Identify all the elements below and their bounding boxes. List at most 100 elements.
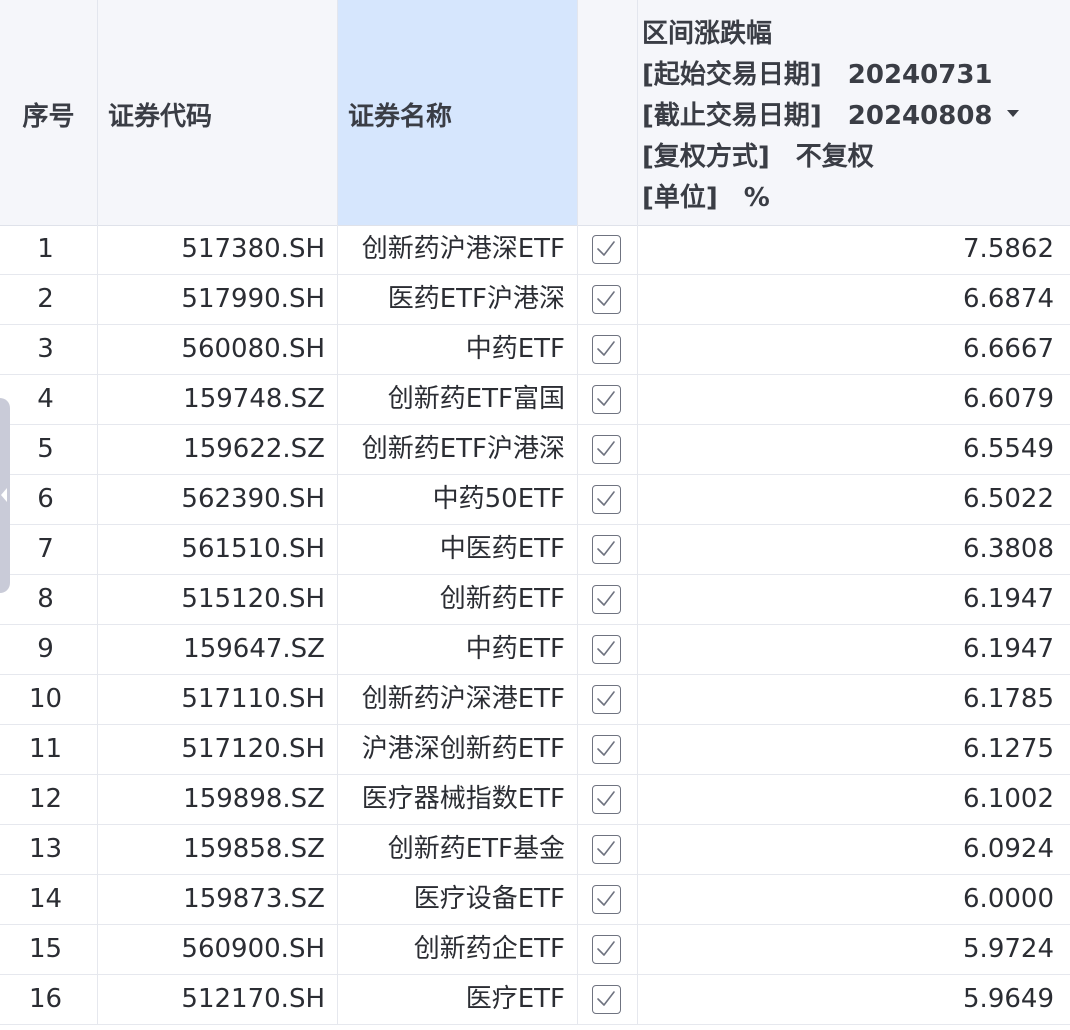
security-name: 创新药ETF沪港深 [338, 425, 578, 474]
row-checkbox-cell [578, 975, 638, 1024]
start-date-line[interactable]: [起始交易日期] 20240731 [642, 55, 1019, 96]
security-code: 159858.SZ [98, 825, 338, 874]
security-code: 159748.SZ [98, 375, 338, 424]
range-change-value: 6.1947 [963, 634, 1054, 664]
range-change-value: 6.6667 [963, 334, 1054, 364]
range-change-value: 6.6874 [963, 284, 1054, 314]
security-name: 中药50ETF [338, 475, 578, 524]
checkbox-checked-icon[interactable] [592, 585, 621, 614]
security-name: 创新药企ETF [338, 925, 578, 974]
checkbox-checked-icon[interactable] [592, 285, 621, 314]
unit-line: [单位]% [642, 178, 1019, 219]
checkbox-checked-icon[interactable] [592, 235, 621, 264]
checkbox-checked-icon[interactable] [592, 985, 621, 1014]
column-header-index[interactable]: 序号 [0, 0, 98, 225]
range-change-value: 6.0000 [963, 884, 1054, 914]
table-row[interactable]: 11 517120.SH 沪港深创新药ETF 6.1275 [0, 725, 1070, 775]
range-change-value: 6.1002 [963, 784, 1054, 814]
range-change-value: 6.5549 [963, 434, 1054, 464]
row-index: 11 [0, 725, 98, 774]
security-name: 中药ETF [338, 625, 578, 674]
checkbox-checked-icon[interactable] [592, 835, 621, 864]
row-checkbox-cell [578, 625, 638, 674]
security-name: 医药ETF沪港深 [338, 275, 578, 324]
row-checkbox-cell [578, 825, 638, 874]
range-change-value: 6.3808 [963, 534, 1054, 564]
row-index: 4 [0, 375, 98, 424]
table-row[interactable]: 4 159748.SZ 创新药ETF富国 6.6079 [0, 375, 1070, 425]
column-header-range-change[interactable]: 区间涨跌幅 [起始交易日期] 20240731 [截止交易日期] 20240808 … [638, 0, 1070, 225]
column-header-code[interactable]: 证券代码 [98, 0, 338, 225]
security-name: 创新药ETF基金 [338, 825, 578, 874]
table-row[interactable]: 6 562390.SH 中药50ETF 6.5022 [0, 475, 1070, 525]
row-checkbox-cell [578, 325, 638, 374]
table-row[interactable]: 7 561510.SH 中医药ETF 6.3808 [0, 525, 1070, 575]
row-checkbox-cell [578, 475, 638, 524]
range-change-value: 5.9649 [963, 984, 1054, 1014]
end-date-label: [截止交易日期] [642, 101, 822, 131]
row-index: 2 [0, 275, 98, 324]
table-row[interactable]: 14 159873.SZ 医疗设备ETF 6.0000 [0, 875, 1070, 925]
table-row[interactable]: 2 517990.SH 医药ETF沪港深 6.6874 [0, 275, 1070, 325]
table-row[interactable]: 10 517110.SH 创新药沪深港ETF 6.1785 [0, 675, 1070, 725]
caret-down-icon[interactable] [1006, 110, 1019, 117]
table-row[interactable]: 9 159647.SZ 中药ETF 6.1947 [0, 625, 1070, 675]
security-code: 517380.SH [98, 225, 338, 274]
column-header-code-label: 证券代码 [108, 102, 213, 132]
security-code: 159647.SZ [98, 625, 338, 674]
range-change-value: 6.1275 [963, 734, 1054, 764]
table-row[interactable]: 3 560080.SH 中药ETF 6.6667 [0, 325, 1070, 375]
range-change-value: 6.6079 [963, 384, 1054, 414]
security-code: 515120.SH [98, 575, 338, 624]
checkbox-checked-icon[interactable] [592, 685, 621, 714]
security-code: 560080.SH [98, 325, 338, 374]
security-code: 159873.SZ [98, 875, 338, 924]
security-name: 创新药ETF富国 [338, 375, 578, 424]
row-index: 14 [0, 875, 98, 924]
row-checkbox-cell [578, 425, 638, 474]
security-code: 517120.SH [98, 725, 338, 774]
start-date-value: 20240731 [847, 60, 993, 90]
row-checkbox-cell [578, 675, 638, 724]
table-row[interactable]: 15 560900.SH 创新药企ETF 5.9724 [0, 925, 1070, 975]
checkbox-checked-icon[interactable] [592, 935, 621, 964]
checkbox-checked-icon[interactable] [592, 435, 621, 464]
table-row[interactable]: 16 512170.SH 医疗ETF 5.9649 [0, 975, 1070, 1025]
adjust-method-line[interactable]: [复权方式] 不复权 [642, 137, 1019, 178]
row-checkbox-cell [578, 225, 638, 274]
checkbox-checked-icon[interactable] [592, 885, 621, 914]
row-index: 9 [0, 625, 98, 674]
checkbox-checked-icon[interactable] [592, 485, 621, 514]
checkbox-checked-icon[interactable] [592, 785, 621, 814]
table-row[interactable]: 8 515120.SH 创新药ETF 6.1947 [0, 575, 1070, 625]
security-code: 517110.SH [98, 675, 338, 724]
security-name: 医疗器械指数ETF [338, 775, 578, 824]
row-index: 1 [0, 225, 98, 274]
table-row[interactable]: 1 517380.SH 创新药沪港深ETF 7.5862 [0, 225, 1070, 275]
unit-value: % [743, 183, 770, 213]
security-code: 562390.SH [98, 475, 338, 524]
security-code: 517990.SH [98, 275, 338, 324]
end-date-value: 20240808 [847, 101, 993, 131]
range-change-value: 7.5862 [963, 234, 1054, 264]
row-checkbox-cell [578, 375, 638, 424]
range-change-value: 6.1947 [963, 584, 1054, 614]
security-code: 159898.SZ [98, 775, 338, 824]
table-row[interactable]: 12 159898.SZ 医疗器械指数ETF 6.1002 [0, 775, 1070, 825]
row-index: 12 [0, 775, 98, 824]
checkbox-checked-icon[interactable] [592, 335, 621, 364]
checkbox-checked-icon[interactable] [592, 635, 621, 664]
end-date-line[interactable]: [截止交易日期] 20240808 [642, 96, 1019, 137]
side-panel-toggle[interactable] [0, 398, 10, 593]
row-checkbox-cell [578, 575, 638, 624]
row-checkbox-cell [578, 925, 638, 974]
checkbox-checked-icon[interactable] [592, 535, 621, 564]
table-row[interactable]: 5 159622.SZ 创新药ETF沪港深 6.5549 [0, 425, 1070, 475]
table-row[interactable]: 13 159858.SZ 创新药ETF基金 6.0924 [0, 825, 1070, 875]
column-header-name[interactable]: 证券名称 [338, 0, 578, 225]
row-index: 7 [0, 525, 98, 574]
column-header-name-label: 证券名称 [348, 102, 453, 132]
checkbox-checked-icon[interactable] [592, 735, 621, 764]
security-name: 医疗设备ETF [338, 875, 578, 924]
checkbox-checked-icon[interactable] [592, 385, 621, 414]
